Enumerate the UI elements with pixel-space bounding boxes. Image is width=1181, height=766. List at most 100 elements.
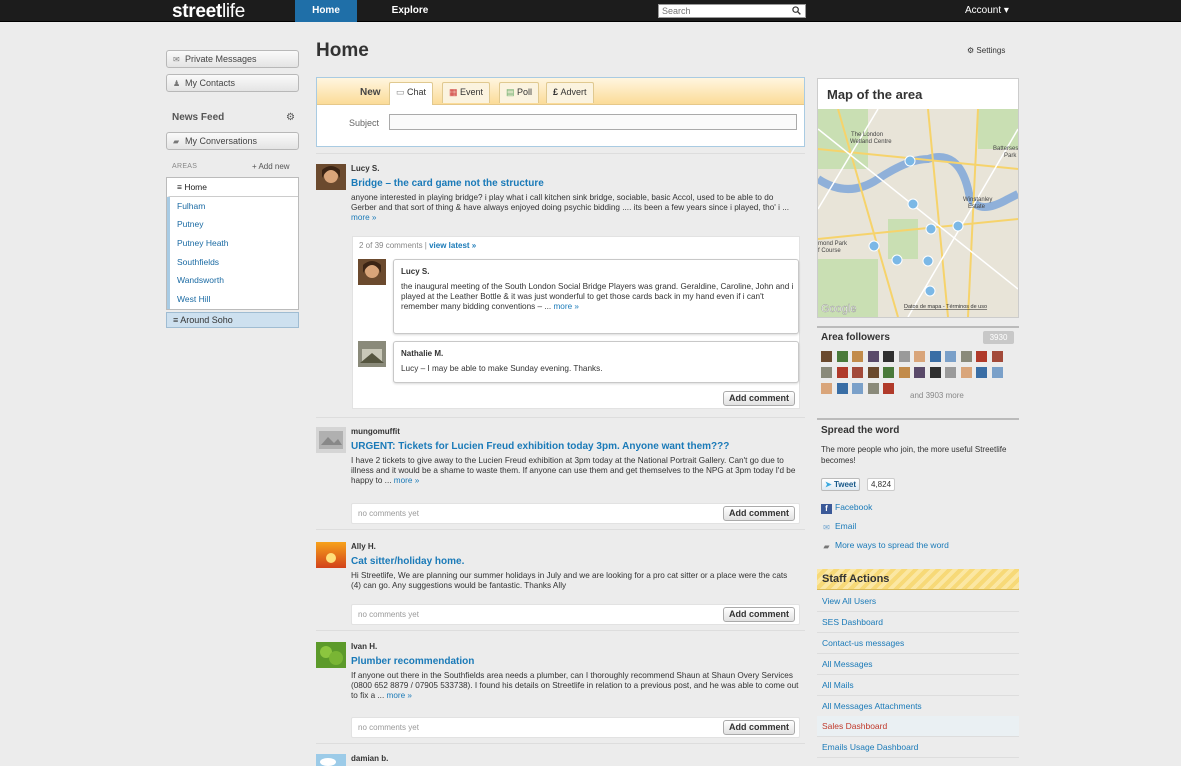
follower-avatar[interactable] — [960, 351, 972, 362]
follower-avatar[interactable] — [821, 383, 832, 394]
comment-avatar[interactable] — [358, 341, 386, 367]
more-ways-link[interactable]: ▰ More ways to spread the word — [821, 540, 948, 552]
comment-bubble: Lucy S. the inaugural meeting of the Sou… — [393, 259, 799, 334]
add-comment-button[interactable]: Add comment — [722, 391, 795, 406]
follower-avatar[interactable] — [883, 367, 894, 378]
tab-poll[interactable]: ▤ Poll — [499, 82, 540, 103]
area-item-wandsworth[interactable]: Wandsworth — [167, 271, 298, 291]
follower-avatar[interactable] — [883, 383, 894, 394]
search-icon[interactable] — [792, 6, 801, 15]
follower-avatar[interactable] — [821, 351, 832, 362]
staff-link-all-messages[interactable]: All Messages — [817, 654, 1019, 675]
my-contacts-button[interactable]: ♟ My Contacts — [166, 74, 299, 92]
post-author[interactable]: damian b. — [351, 754, 388, 763]
staff-link-ses-dashboard[interactable]: SES Dashboard — [817, 612, 1019, 633]
avatar[interactable] — [316, 642, 346, 668]
avatar[interactable] — [316, 542, 346, 568]
follower-avatar[interactable] — [867, 383, 879, 394]
post-author[interactable]: Ivan H. — [351, 642, 377, 651]
nav-tab-explore[interactable]: Explore — [380, 0, 440, 22]
follower-avatar[interactable] — [991, 351, 1003, 362]
follower-avatar[interactable] — [836, 351, 848, 362]
area-item-around-soho[interactable]: ≡ Around Soho — [166, 312, 299, 328]
follower-avatar[interactable] — [867, 367, 879, 378]
follower-avatar[interactable] — [960, 367, 972, 378]
follower-avatar[interactable] — [898, 367, 910, 378]
follower-avatar[interactable] — [914, 351, 925, 362]
follower-avatar[interactable] — [976, 367, 987, 378]
avatar[interactable] — [316, 164, 346, 190]
post-title[interactable]: Plumber recommendation — [351, 656, 474, 667]
follower-avatar[interactable] — [914, 367, 925, 378]
post-author[interactable]: Lucy S. — [351, 164, 379, 173]
follower-avatar[interactable] — [929, 367, 941, 378]
facebook-link[interactable]: f Facebook — [821, 502, 872, 514]
follower-avatar[interactable] — [852, 367, 863, 378]
follower-avatar[interactable] — [852, 351, 863, 362]
tab-advert[interactable]: £ Advert — [546, 82, 594, 103]
comment-author[interactable]: Lucy S. — [401, 267, 429, 276]
follower-avatar[interactable] — [836, 383, 848, 394]
tab-event[interactable]: ▦ Event — [442, 82, 491, 103]
area-item-home[interactable]: ≡ Home — [167, 178, 298, 197]
comment-author[interactable]: Nathalie M. — [401, 349, 443, 358]
follower-avatar[interactable] — [991, 367, 1003, 378]
follower-avatar[interactable] — [852, 383, 863, 394]
follower-avatar[interactable] — [945, 351, 956, 362]
read-more-link[interactable]: more » — [394, 476, 419, 485]
nav-tab-home[interactable]: Home — [295, 0, 357, 22]
map-terms-link[interactable]: Datos de mapa - Términos de uso — [904, 304, 987, 310]
private-messages-button[interactable]: ✉ Private Messages — [166, 50, 299, 68]
area-list: ≡ Home Fulham Putney Putney Heath Southf… — [166, 177, 299, 310]
read-more-link[interactable]: more » — [553, 302, 578, 311]
follower-avatar[interactable] — [836, 367, 848, 378]
follower-avatar[interactable] — [976, 351, 987, 362]
staff-link-view-all-users[interactable]: View All Users — [817, 591, 1019, 612]
subject-input[interactable] — [389, 114, 797, 130]
news-feed-heading[interactable]: News Feed — [172, 112, 224, 123]
post-title[interactable]: Cat sitter/holiday home. — [351, 556, 464, 567]
area-map[interactable]: The London Wetland Centre Batterses Park… — [818, 109, 1018, 317]
follower-avatar[interactable] — [821, 367, 832, 378]
post-author[interactable]: Ally H. — [351, 542, 376, 551]
read-more-link[interactable]: more » — [387, 691, 412, 700]
add-comment-button[interactable]: Add comment — [722, 506, 795, 521]
staff-link-sales-dashboard[interactable]: Sales Dashboard — [817, 716, 1019, 737]
followers-more-link[interactable]: and 3903 more — [910, 391, 964, 400]
post-title[interactable]: Bridge – the card game not the structure — [351, 178, 544, 189]
follower-avatar[interactable] — [945, 367, 956, 378]
post-title[interactable]: URGENT: Tickets for Lucien Freud exhibit… — [351, 441, 729, 452]
area-item-putney-heath[interactable]: Putney Heath — [167, 234, 298, 253]
area-item-putney[interactable]: Putney — [167, 215, 298, 235]
avatar[interactable] — [316, 754, 346, 766]
staff-link-all-messages-attachments[interactable]: All Messages Attachments — [817, 696, 1019, 717]
staff-link-contact-us-messages[interactable]: Contact-us messages — [817, 633, 1019, 654]
staff-link-all-mails[interactable]: All Mails — [817, 675, 1019, 696]
email-link[interactable]: ✉ Email — [821, 521, 856, 533]
follower-avatar[interactable] — [898, 351, 910, 362]
news-feed-settings-icon[interactable]: ⚙ — [286, 112, 295, 123]
follower-avatar[interactable] — [929, 351, 941, 362]
add-comment-button[interactable]: Add comment — [722, 607, 795, 622]
follower-avatar[interactable] — [867, 351, 879, 362]
view-latest-link[interactable]: view latest » — [429, 241, 476, 250]
comment-avatar[interactable] — [358, 259, 386, 285]
tab-chat[interactable]: ▭ Chat — [389, 82, 434, 105]
area-item-southfields[interactable]: Southfields — [167, 252, 298, 272]
add-comment-button[interactable]: Add comment — [722, 720, 795, 735]
account-menu[interactable]: Account ▾ — [965, 0, 1009, 22]
staff-link-emails-usage-dashboard[interactable]: Emails Usage Dashboard — [817, 737, 1019, 758]
tweet-button[interactable]: ➤ Tweet — [821, 478, 861, 491]
avatar[interactable] — [316, 427, 346, 453]
area-item-fulham[interactable]: Fulham — [167, 196, 298, 216]
my-conversations-button[interactable]: ▰ My Conversations — [166, 132, 299, 150]
read-more-link[interactable]: more » — [351, 213, 376, 222]
search-input[interactable] — [659, 5, 785, 17]
add-new-area-link[interactable]: + Add new — [252, 162, 290, 171]
settings-link[interactable]: ⚙ Settings — [967, 46, 1005, 55]
streetlife-logo[interactable]: streetlife — [172, 1, 245, 23]
area-item-west-hill[interactable]: West Hill — [167, 290, 298, 309]
post-author[interactable]: mungomuffit — [351, 427, 400, 436]
follower-avatar[interactable] — [883, 351, 894, 362]
subject-label: Subject — [349, 118, 380, 128]
